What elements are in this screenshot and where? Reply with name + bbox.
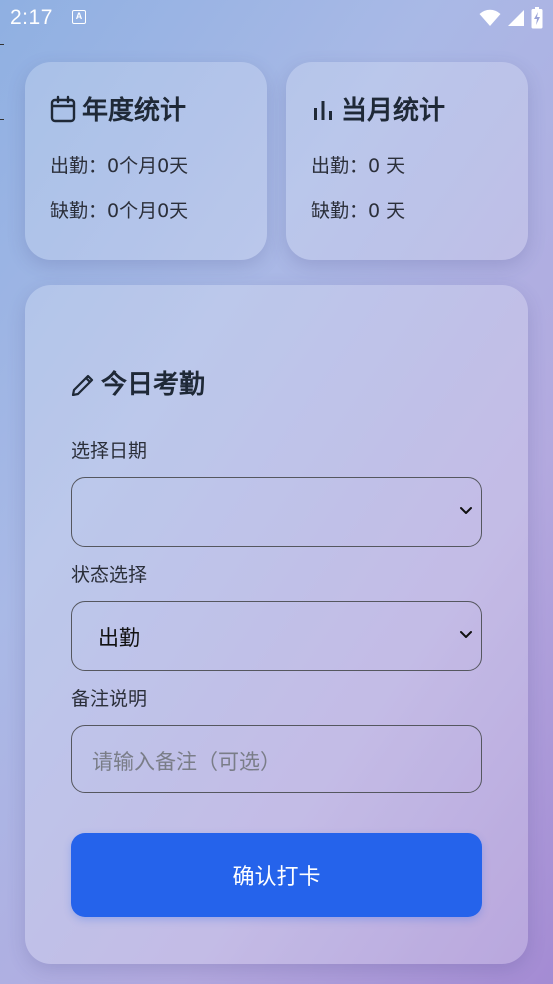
year-absence: 缺勤：0个月0天 <box>50 200 189 222</box>
signal-icon <box>508 10 524 26</box>
notification-icon: A <box>72 10 86 24</box>
chevron-down-icon <box>460 631 472 638</box>
form-title: 今日考勤 <box>71 364 205 401</box>
note-input[interactable]: 请输入备注（可选） <box>71 725 482 793</box>
status-bar: 2:17 A <box>0 0 553 38</box>
note-label: 备注说明 <box>71 688 148 710</box>
year-stats-title: 年度统计 <box>50 90 186 127</box>
status-time: 2:17 <box>10 6 53 29</box>
status-label: 状态选择 <box>71 564 148 586</box>
status-select[interactable]: 出勤 <box>71 601 482 671</box>
date-label: 选择日期 <box>71 440 148 462</box>
month-stats-card: 当月统计 出勤：0 天 缺勤：0 天 <box>286 62 528 260</box>
battery-icon <box>531 7 543 29</box>
year-attendance: 出勤：0个月0天 <box>50 155 189 177</box>
status-icons <box>479 7 543 29</box>
status-value: 出勤 <box>98 626 140 650</box>
note-placeholder: 请输入备注（可选） <box>92 750 281 774</box>
calendar-icon <box>50 95 76 123</box>
attendance-form-card: 今日考勤 选择日期 状态选择 出勤 备注说明 请输入备注（可选） 确认打卡 <box>25 285 528 964</box>
year-stats-title-text: 年度统计 <box>82 96 187 126</box>
month-stats-title: 当月统计 <box>311 90 445 127</box>
confirm-checkin-button[interactable]: 确认打卡 <box>71 833 482 917</box>
pencil-icon <box>71 370 97 396</box>
month-absence: 缺勤：0 天 <box>311 200 406 222</box>
wifi-icon <box>479 9 501 26</box>
form-title-text: 今日考勤 <box>101 370 206 400</box>
edge-mark <box>0 44 4 45</box>
bar-chart-icon <box>311 96 335 122</box>
month-attendance: 出勤：0 天 <box>311 155 406 177</box>
month-stats-title-text: 当月统计 <box>341 96 446 126</box>
year-stats-card: 年度统计 出勤：0个月0天 缺勤：0个月0天 <box>25 62 267 260</box>
date-select[interactable] <box>71 477 482 547</box>
edge-mark <box>0 119 4 120</box>
chevron-down-icon <box>460 507 472 514</box>
